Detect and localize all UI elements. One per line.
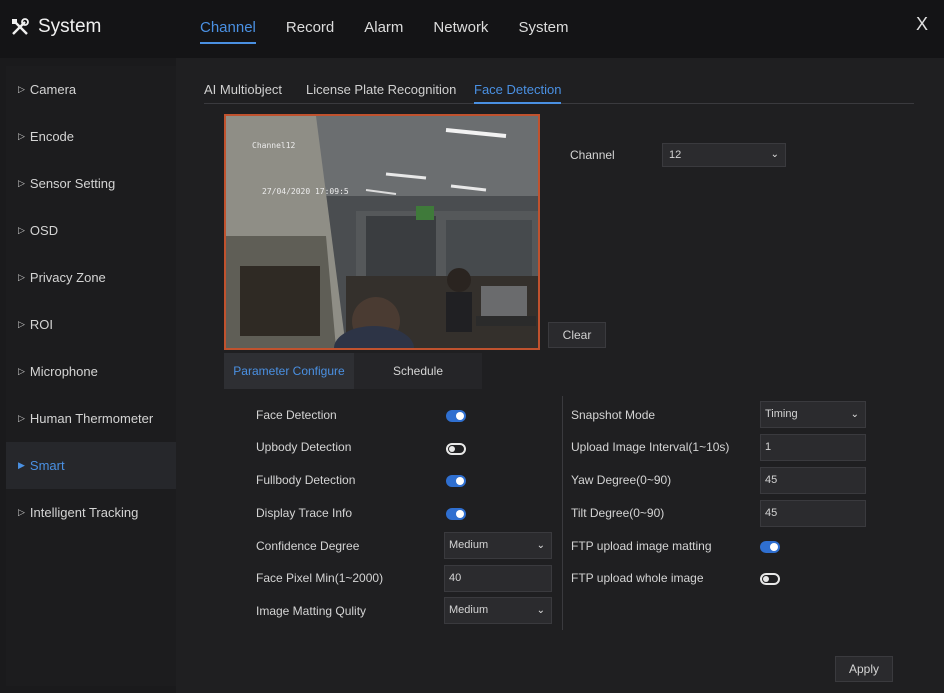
display-trace-info-toggle[interactable] [446, 508, 466, 520]
sidebar-item-intelligent-tracking[interactable]: ▷ Intelligent Tracking [6, 489, 176, 536]
osd-timestamp: 27/04/2020 17:09:5 [262, 187, 349, 196]
face-detection-label: Face Detection [256, 408, 337, 422]
channel-select[interactable]: 12 ⌄ [662, 143, 786, 167]
triangle-right-icon: ▷ [18, 178, 25, 188]
sidebar-item-roi[interactable]: ▷ ROI [6, 301, 176, 348]
chevron-down-icon: ⌄ [850, 409, 859, 420]
triangle-right-icon: ▷ [18, 319, 25, 329]
face-pixel-min-label: Face Pixel Min(1~2000) [256, 571, 384, 585]
triangle-right-icon: ▷ [18, 507, 25, 517]
sub-tabs: AI Multiobject License Plate Recognition… [204, 82, 914, 104]
channel-label: Channel [570, 148, 615, 162]
face-pixel-min-input[interactable]: 40 [444, 565, 552, 592]
yaw-degree-label: Yaw Degree(0~90) [571, 473, 672, 487]
triangle-right-icon: ▷ [18, 84, 25, 94]
upload-interval-label: Upload Image Interval(1~10s) [571, 440, 730, 454]
sidebar-item-encode[interactable]: ▷ Encode [6, 113, 176, 160]
app-title: System [38, 16, 102, 37]
sidebar-item-sensor-setting[interactable]: ▷ Sensor Setting [6, 160, 176, 207]
ftp-whole-image-toggle[interactable] [760, 573, 780, 585]
sidebar: ▷ Camera ▷ Encode ▷ Sensor Setting ▷ OSD ▷ Pr… [6, 66, 176, 686]
image-matting-quality-value: Medium [449, 604, 489, 616]
snapshot-mode-select[interactable]: Timing ⌄ [760, 401, 866, 428]
upload-interval-input[interactable]: 1 [760, 434, 866, 461]
top-bar: System Channel Record Alarm Network Syst… [0, 0, 944, 58]
confidence-degree-label: Confidence Degree [256, 539, 360, 553]
sidebar-item-label: Microphone [29, 364, 98, 379]
sidebar-item-label: Encode [29, 129, 75, 144]
tilt-degree-input[interactable]: 45 [760, 500, 866, 527]
tilt-degree-label: Tilt Degree(0~90) [571, 506, 665, 520]
confidence-degree-value: Medium [449, 539, 489, 551]
ftp-image-matting-label: FTP upload image matting [571, 539, 712, 553]
triangle-right-icon: ▷ [18, 131, 25, 141]
tab-parameter-configure[interactable]: Parameter Configure [224, 353, 354, 389]
sidebar-item-osd[interactable]: ▷ OSD [6, 207, 176, 254]
brand: System [10, 16, 101, 38]
yaw-degree-value: 45 [765, 474, 778, 486]
ftp-whole-image-label: FTP upload whole image [571, 571, 704, 585]
yaw-degree-input[interactable]: 45 [760, 467, 866, 494]
sidebar-item-label: Sensor Setting [29, 176, 116, 191]
tilt-degree-value: 45 [765, 507, 778, 519]
tools-icon [12, 18, 29, 35]
tab-schedule[interactable]: Schedule [354, 353, 482, 389]
sidebar-item-microphone[interactable]: ▷ Microphone [6, 348, 176, 395]
upbody-detection-toggle[interactable] [446, 443, 466, 455]
sidebar-item-label: ROI [29, 317, 54, 332]
chevron-down-icon: ⌄ [536, 605, 545, 616]
display-trace-info-label: Display Trace Info [256, 506, 353, 520]
main-panel: AI Multiobject License Plate Recognition… [176, 58, 944, 693]
snapshot-mode-label: Snapshot Mode [571, 408, 656, 422]
sidebar-item-human-thermometer[interactable]: ▷ Human Thermometer [6, 395, 176, 442]
osd-channel-title: Channel12 [252, 141, 296, 150]
sidebar-item-smart[interactable]: ▶ Smart [6, 442, 176, 489]
clear-button[interactable]: Clear [548, 322, 606, 348]
fullbody-detection-toggle[interactable] [446, 475, 466, 487]
sidebar-item-label: Privacy Zone [29, 270, 106, 285]
sidebar-item-label: Human Thermometer [29, 411, 154, 426]
snapshot-mode-value: Timing [765, 408, 798, 420]
tab-ai-multiobject[interactable]: AI Multiobject [204, 82, 282, 102]
chevron-down-icon: ⌄ [536, 540, 545, 551]
upbody-detection-label: Upbody Detection [256, 440, 352, 454]
camera-feed-image [226, 116, 538, 348]
upload-interval-value: 1 [765, 441, 772, 453]
nav-system[interactable]: System [518, 19, 568, 44]
apply-button[interactable]: Apply [835, 656, 893, 682]
tab-license-plate-recognition[interactable]: License Plate Recognition [306, 82, 456, 102]
video-preview[interactable]: Channel12 27/04/2020 17:09:5 [224, 114, 540, 350]
tab-face-detection[interactable]: Face Detection [474, 82, 562, 104]
triangle-right-icon: ▷ [18, 413, 25, 423]
sidebar-item-label: Camera [29, 82, 77, 97]
triangle-right-filled-icon: ▶ [18, 460, 25, 470]
triangle-right-icon: ▷ [18, 272, 25, 282]
image-matting-quality-label: Image Matting Qulity [256, 604, 367, 618]
face-detection-toggle[interactable] [446, 410, 466, 422]
triangle-right-icon: ▷ [18, 366, 25, 376]
sidebar-item-label: OSD [29, 223, 59, 238]
close-button[interactable]: X [916, 14, 928, 35]
fullbody-detection-label: Fullbody Detection [256, 473, 356, 487]
column-divider [562, 396, 563, 630]
config-tabs: Parameter Configure Schedule [224, 353, 482, 389]
channel-value: 12 [669, 149, 682, 161]
nav-record[interactable]: Record [286, 19, 334, 44]
nav-alarm[interactable]: Alarm [364, 19, 403, 44]
nav-network[interactable]: Network [433, 19, 488, 44]
chevron-down-icon: ⌄ [770, 149, 779, 160]
sidebar-item-label: Intelligent Tracking [29, 505, 139, 520]
triangle-right-icon: ▷ [18, 225, 25, 235]
face-pixel-min-value: 40 [449, 572, 462, 584]
sidebar-item-camera[interactable]: ▷ Camera [6, 66, 176, 113]
top-nav: Channel Record Alarm Network System [200, 19, 598, 44]
image-matting-quality-select[interactable]: Medium ⌄ [444, 597, 552, 624]
nav-channel[interactable]: Channel [200, 19, 256, 44]
ftp-image-matting-toggle[interactable] [760, 541, 780, 553]
sidebar-item-label: Smart [29, 458, 65, 473]
sidebar-item-privacy-zone[interactable]: ▷ Privacy Zone [6, 254, 176, 301]
confidence-degree-select[interactable]: Medium ⌄ [444, 532, 552, 559]
